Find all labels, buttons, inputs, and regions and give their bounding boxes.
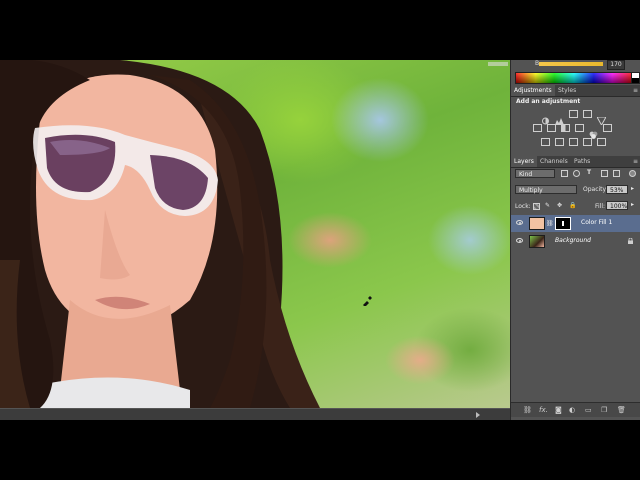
layer-row-color-fill-1[interactable]: ⛓ Color Fill 1 (511, 215, 640, 232)
lock-image-pixels-icon[interactable]: ✎ (545, 202, 550, 209)
filter-pixel-icon[interactable] (561, 170, 568, 177)
filter-toggle-icon[interactable] (629, 170, 636, 177)
color-lookup-icon[interactable] (603, 124, 612, 132)
layer-fill-thumbnail[interactable] (529, 217, 545, 230)
filter-adjustment-icon[interactable] (573, 170, 580, 177)
filter-type-icon[interactable]: T (587, 169, 591, 176)
background-layer-thumbnail[interactable] (529, 235, 545, 248)
status-bar-arrow-icon[interactable] (476, 412, 480, 418)
filter-smart-object-icon[interactable] (613, 170, 620, 177)
layers-panel-menu-icon[interactable]: ≡ (633, 158, 638, 165)
eyedropper-cursor-icon (363, 296, 372, 306)
letterbox-top (0, 0, 640, 60)
portrait-photo (0, 60, 320, 408)
hue-saturation-icon[interactable] (533, 124, 542, 132)
color-balance-icon[interactable] (547, 124, 556, 132)
opacity-value: 53% (610, 187, 624, 194)
layer-row-background[interactable]: Background (511, 233, 640, 250)
threshold-icon[interactable] (569, 138, 578, 146)
blend-mode-value: Multiply (519, 187, 543, 194)
color-spectrum-bar[interactable] (515, 72, 633, 84)
invert-icon[interactable] (541, 138, 550, 146)
gradient-map-icon[interactable] (597, 138, 606, 146)
document-canvas[interactable] (0, 60, 510, 408)
layers-panel-footer: ⛓ fx. ◙ ◐ ▭ ❐ 🗑 (511, 402, 640, 417)
letterbox-bottom (0, 420, 640, 480)
link-layers-icon[interactable]: ⛓ (523, 406, 532, 414)
tab-channels[interactable]: Channels (537, 156, 571, 167)
lock-position-icon[interactable]: ✥ (557, 202, 562, 209)
blend-mode-dropdown[interactable]: Multiply (515, 185, 577, 194)
opacity-input[interactable]: 53% (606, 185, 628, 194)
layer-filter-kind-dropdown[interactable]: Kind (515, 169, 555, 178)
add-mask-icon[interactable]: ◙ (555, 406, 562, 414)
delete-layer-icon[interactable]: 🗑 (617, 406, 626, 414)
layer-name[interactable]: Color Fill 1 (581, 219, 612, 226)
layer-visibility-eye-icon[interactable] (516, 238, 523, 243)
fill-value: 100% (610, 203, 628, 210)
layer-name[interactable]: Background (555, 237, 591, 244)
layer-visibility-eye-icon[interactable] (516, 220, 523, 225)
fill-input[interactable]: 100% (606, 201, 628, 210)
selective-color-icon[interactable] (583, 138, 592, 146)
new-group-icon[interactable]: ▭ (585, 406, 592, 414)
brightness-contrast-icon[interactable] (541, 110, 550, 125)
lock-label: Lock: (515, 203, 531, 210)
tab-styles[interactable]: Styles (555, 85, 579, 96)
curves-icon[interactable] (569, 110, 578, 118)
layer-mask-thumbnail[interactable] (555, 217, 571, 230)
posterize-icon[interactable] (555, 138, 564, 146)
vibrance-icon[interactable] (596, 110, 607, 127)
lock-all-icon[interactable]: 🔒 (569, 202, 576, 209)
layer-link-icon: ⛓ (546, 220, 554, 227)
opacity-label: Opacity: (583, 186, 608, 193)
opacity-dropdown-arrow-icon[interactable]: ▸ (631, 185, 634, 192)
filter-shape-icon[interactable] (601, 170, 608, 177)
tab-adjustments[interactable]: Adjustments (511, 85, 555, 96)
photo-filter-icon[interactable] (575, 124, 584, 132)
tab-paths[interactable]: Paths (571, 156, 593, 167)
panel-menu-icon[interactable]: ≡ (633, 87, 638, 94)
adjustments-tabbar: Adjustments Styles ≡ (511, 85, 640, 97)
color-channel-slider[interactable] (539, 62, 603, 66)
filter-kind-value: Kind (519, 171, 533, 178)
levels-icon[interactable] (555, 110, 564, 125)
black-white-icon[interactable] (561, 124, 570, 132)
color-channel-value[interactable]: 170 (607, 60, 625, 70)
tab-layers[interactable]: Layers (511, 156, 537, 167)
fill-dropdown-arrow-icon[interactable]: ▸ (631, 201, 634, 208)
fill-label: Fill: (595, 203, 606, 210)
layer-lock-icon (628, 238, 633, 244)
exposure-icon[interactable] (583, 110, 592, 118)
layer-style-fx-icon[interactable]: fx. (539, 406, 548, 414)
vertical-scrollbar[interactable] (488, 62, 508, 66)
black-white-swatch[interactable] (631, 72, 640, 84)
channel-mixer-icon[interactable] (589, 124, 598, 139)
right-panel-dock: B 170 Adjustments Styles ≡ Add an adjust… (510, 60, 640, 420)
new-adjustment-layer-icon[interactable]: ◐ (569, 406, 575, 414)
adjustments-title: Add an adjustment (516, 98, 581, 105)
lock-transparent-pixels-icon[interactable] (533, 203, 540, 210)
layers-tabbar: Layers Channels Paths ≡ (511, 156, 640, 168)
new-layer-icon[interactable]: ❐ (601, 406, 607, 414)
